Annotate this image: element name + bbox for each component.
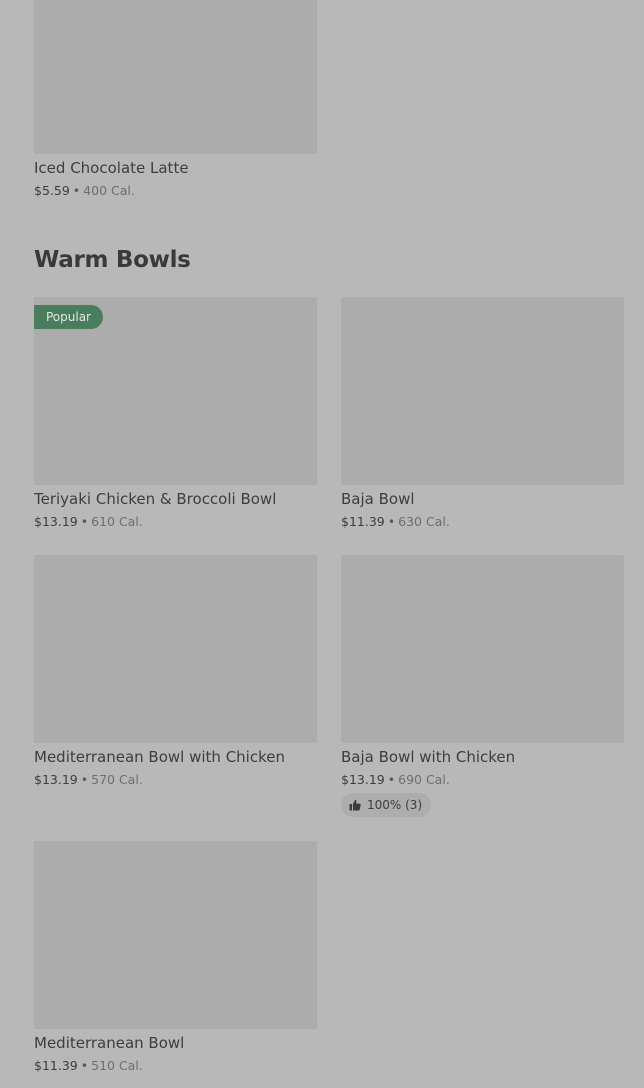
menu-item-card[interactable]: Mediterranean Bowl $11.39 • 510 Cal. [34, 841, 317, 1073]
menu-item-card[interactable]: Baja Bowl $11.39 • 630 Cal. [341, 297, 624, 529]
menu-item-price: $13.19 [341, 772, 385, 787]
menu-item-meta: $13.19 • 610 Cal. [34, 514, 143, 530]
menu-item-image[interactable] [34, 841, 317, 1029]
separator-dot: • [387, 772, 396, 787]
menu-item-meta: $13.19 • 690 Cal. [341, 772, 450, 788]
menu-item-price: $13.19 [34, 514, 78, 529]
menu-item-calories: 690 Cal. [398, 772, 450, 787]
menu-page: Iced Chocolate Latte $5.59 • 400 Cal. Warm… [0, 0, 644, 1088]
menu-item-price: $5.59 [34, 183, 70, 198]
separator-dot: • [80, 514, 89, 529]
menu-item-image[interactable] [34, 0, 317, 154]
separator-dot: • [80, 1058, 89, 1073]
menu-item-image[interactable]: Popular [34, 297, 317, 485]
thumbs-up-icon [349, 799, 361, 811]
menu-item-calories: 510 Cal. [91, 1058, 143, 1073]
menu-item-name: Baja Bowl [341, 490, 415, 508]
menu-item-calories: 630 Cal. [398, 514, 450, 529]
menu-item-price: $11.39 [341, 514, 385, 529]
menu-item-price: $13.19 [34, 772, 78, 787]
menu-item-calories: 400 Cal. [83, 183, 135, 198]
popular-badge: Popular [34, 305, 103, 329]
rating-text: 100% (3) [367, 798, 423, 812]
menu-item-name: Teriyaki Chicken & Broccoli Bowl [34, 490, 277, 508]
separator-dot: • [72, 183, 81, 198]
menu-item-name: Mediterranean Bowl with Chicken [34, 748, 285, 766]
menu-item-card[interactable]: Iced Chocolate Latte $5.59 • 400 Cal. [34, 0, 317, 198]
rating-badge: 100% (3) [341, 793, 432, 817]
menu-item-calories: 610 Cal. [91, 514, 143, 529]
menu-item-name: Baja Bowl with Chicken [341, 748, 516, 766]
section-title: Warm Bowls [34, 247, 191, 273]
menu-item-calories: 570 Cal. [91, 772, 143, 787]
menu-item-image[interactable] [341, 555, 624, 743]
separator-dot: • [80, 772, 89, 787]
menu-item-name: Mediterranean Bowl [34, 1034, 185, 1052]
menu-item-image[interactable] [341, 297, 624, 485]
menu-item-card[interactable]: Mediterranean Bowl with Chicken $13.19 • 5… [34, 555, 317, 787]
menu-item-meta: $13.19 • 570 Cal. [34, 772, 143, 788]
separator-dot: • [387, 514, 396, 529]
menu-item-card[interactable]: Baja Bowl with Chicken $13.19 • 690 Cal. 1… [341, 555, 624, 817]
menu-item-name: Iced Chocolate Latte [34, 159, 189, 177]
menu-item-price: $11.39 [34, 1058, 78, 1073]
menu-item-card[interactable]: Popular Teriyaki Chicken & Broccoli Bowl… [34, 297, 317, 529]
menu-item-meta: $5.59 • 400 Cal. [34, 183, 135, 199]
menu-item-meta: $11.39 • 510 Cal. [34, 1058, 143, 1074]
menu-item-meta: $11.39 • 630 Cal. [341, 514, 450, 530]
menu-item-image[interactable] [34, 555, 317, 743]
